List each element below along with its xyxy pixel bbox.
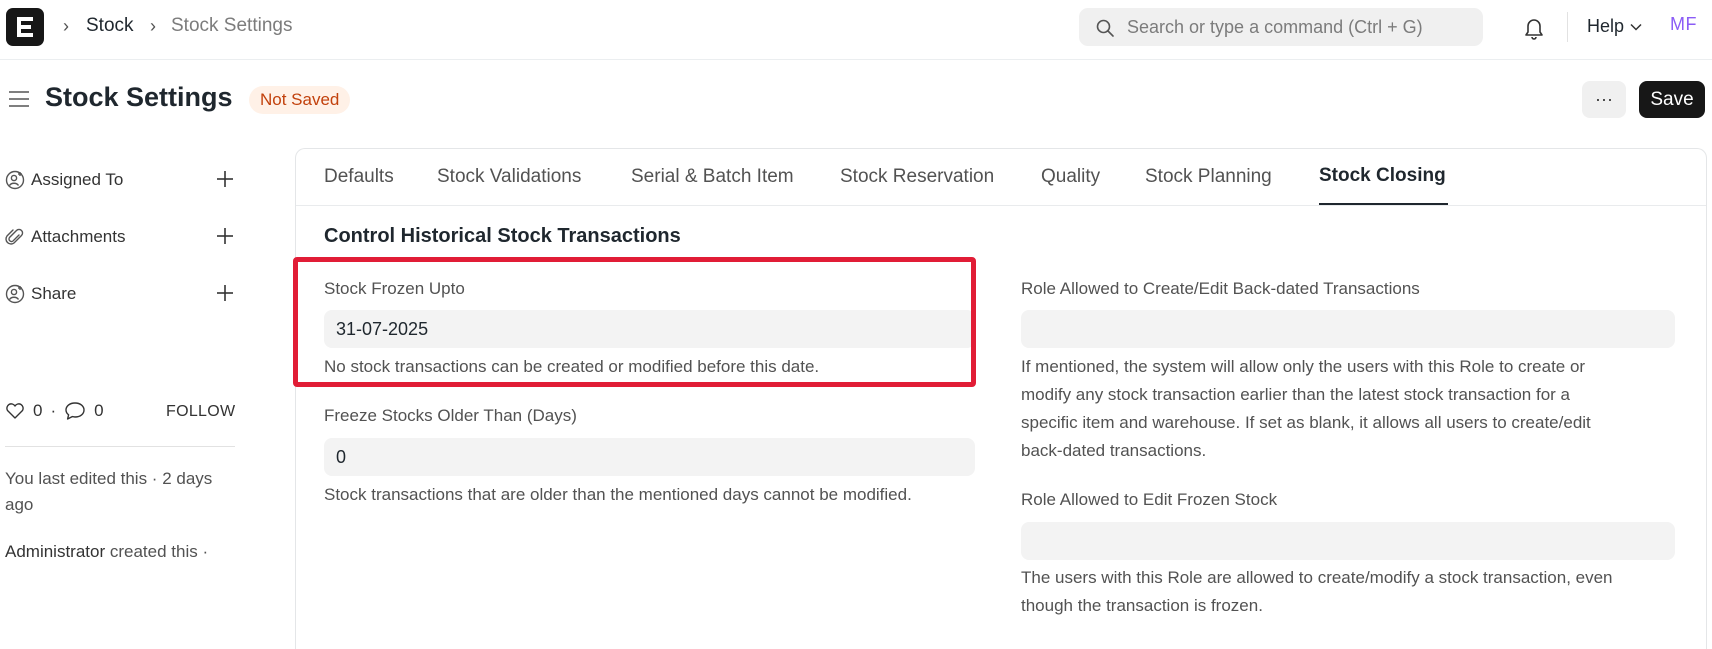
timeline-action: created this · [105,542,209,561]
sidebar-item-label: Attachments [31,227,126,246]
tab-stock-reservation[interactable]: Stock Reservation [840,166,994,188]
chevron-down-icon [1630,23,1642,31]
add-attachment-icon[interactable] [215,226,235,246]
likes-count: 0 [33,401,43,420]
chevron-right-icon: › [150,16,156,36]
stock-frozen-upto-label: Stock Frozen Upto [324,279,465,298]
section-title: Control Historical Stock Transactions [324,225,681,247]
role-backdated-input[interactable] [1021,310,1675,348]
form-tabs: Defaults Stock Validations Serial & Batc… [296,149,1706,206]
search-bar[interactable] [1079,8,1483,46]
sidebar-toggle-icon[interactable] [8,90,30,108]
navbar-divider [1567,12,1568,42]
share-user-icon [5,284,25,304]
tab-stock-planning[interactable]: Stock Planning [1145,166,1272,188]
description-line: specific item and warehouse. If set as b… [1021,413,1591,432]
timeline-user-link[interactable]: Administrator [5,542,105,561]
heart-icon[interactable] [5,402,25,420]
sidebar-share[interactable]: Share [5,279,235,309]
app-logo[interactable] [6,8,44,46]
role-frozen-label: Role Allowed to Edit Frozen Stock [1021,490,1278,509]
role-backdated-description: If mentioned, the system will allow only… [1021,353,1591,465]
freeze-stocks-description: Stock transactions that are older than t… [324,485,912,504]
navbar: › Stock › Stock Settings Help MF [0,0,1712,60]
role-frozen-input[interactable] [1021,522,1675,560]
save-button[interactable]: Save [1639,81,1705,118]
description-line: back-dated transactions. [1021,441,1207,460]
search-icon [1096,19,1114,37]
help-label: Help [1587,16,1625,36]
paperclip-icon [5,228,24,245]
freeze-stocks-input[interactable] [324,438,975,476]
tab-stock-validations[interactable]: Stock Validations [437,166,581,188]
sidebar-assigned-to[interactable]: Assigned To [5,165,235,195]
search-input[interactable] [1127,8,1467,46]
sidebar-attachments[interactable]: Attachments [5,222,235,252]
description-line: modify any stock transaction earlier tha… [1021,385,1570,404]
assign-user-icon [5,170,25,190]
breadcrumb-stock-settings[interactable]: Stock Settings [171,15,292,37]
tab-quality[interactable]: Quality [1041,166,1100,188]
logo-e-icon [17,17,33,37]
chevron-right-icon: › [63,16,69,36]
freeze-stocks-label: Freeze Stocks Older Than (Days) [324,406,577,425]
description-line: The users with this Role are allowed to … [1021,568,1613,587]
sidebar-item-label: Assigned To [31,170,124,189]
stats-separator: · [50,401,57,420]
tab-serial-batch-item[interactable]: Serial & Batch Item [631,166,794,188]
page-title: Stock Settings [45,82,233,112]
comment-icon[interactable] [64,401,86,421]
help-dropdown[interactable]: Help [1587,16,1642,37]
comments-count: 0 [94,401,104,420]
add-share-icon[interactable] [215,283,235,303]
active-tab-indicator [1319,203,1448,205]
follow-button[interactable]: FOLLOW [166,403,235,421]
more-actions-button[interactable]: ··· [1582,81,1626,118]
sidebar-item-label: Share [31,284,77,303]
breadcrumb-stock[interactable]: Stock [86,15,134,37]
timeline-last-edited: You last edited this · 2 days ago [5,469,213,514]
sidebar-divider [5,446,235,447]
user-avatar[interactable]: MF [1670,14,1697,35]
tab-stock-closing[interactable]: Stock Closing [1319,165,1446,187]
engagement-stats: 0 · 0 [5,401,104,421]
timeline-created: Administrator created this · [5,539,240,565]
role-frozen-description: The users with this Role are allowed to … [1021,564,1613,620]
description-line: though the transaction is frozen. [1021,596,1263,615]
form-card: Defaults Stock Validations Serial & Batc… [295,148,1707,649]
status-badge: Not Saved [249,86,351,114]
role-backdated-label: Role Allowed to Create/Edit Back-dated T… [1021,279,1420,298]
stock-frozen-upto-description: No stock transactions can be created or … [324,357,820,376]
description-line: If mentioned, the system will allow only… [1021,357,1586,376]
tab-defaults[interactable]: Defaults [324,166,394,188]
add-assignee-icon[interactable] [215,169,235,189]
notification-bell-icon[interactable] [1522,15,1546,41]
stock-frozen-upto-input[interactable] [324,310,975,348]
